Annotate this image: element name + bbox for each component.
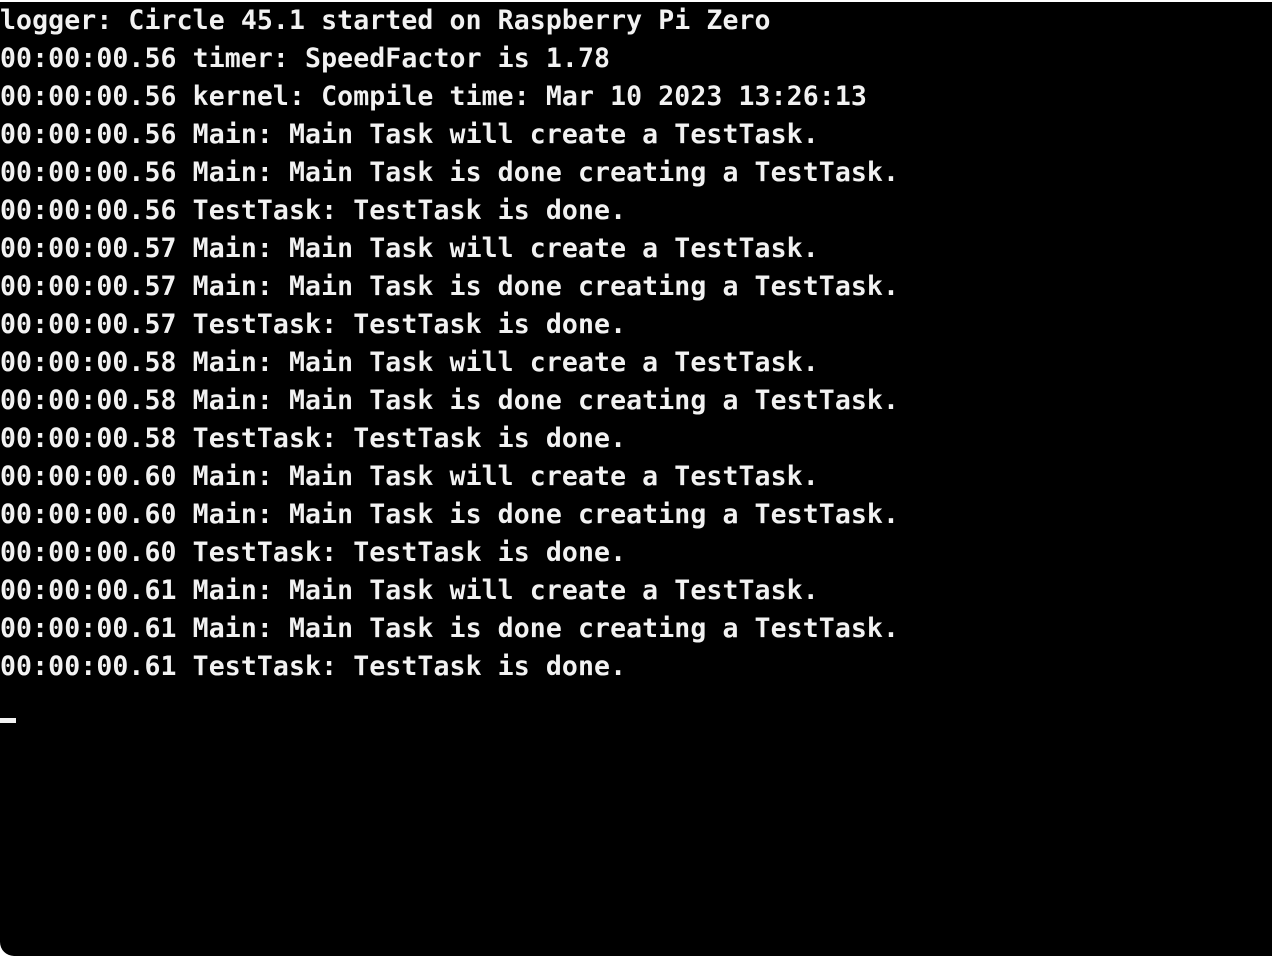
console-line: 00:00:00.61 Main: Main Task will create … xyxy=(0,575,819,606)
console-line: 00:00:00.57 Main: Main Task is done crea… xyxy=(0,271,900,302)
console-screen: logger: Circle 45.1 started on Raspberry… xyxy=(0,2,1272,956)
console-line: 00:00:00.61 TestTask: TestTask is done. xyxy=(0,651,627,682)
console-output: logger: Circle 45.1 started on Raspberry… xyxy=(0,2,899,686)
console-line: 00:00:00.60 Main: Main Task will create … xyxy=(0,461,819,492)
console-line: logger: Circle 45.1 started on Raspberry… xyxy=(0,5,771,36)
console-line: 00:00:00.56 timer: SpeedFactor is 1.78 xyxy=(0,43,611,74)
console-line: 00:00:00.56 Main: Main Task will create … xyxy=(0,119,819,150)
console-line: 00:00:00.58 TestTask: TestTask is done. xyxy=(0,423,627,454)
console-line: 00:00:00.57 TestTask: TestTask is done. xyxy=(0,309,627,340)
console-line: 00:00:00.56 Main: Main Task is done crea… xyxy=(0,157,900,188)
text-cursor xyxy=(0,718,16,723)
console-line: 00:00:00.57 Main: Main Task will create … xyxy=(0,233,819,264)
console-line: 00:00:00.61 Main: Main Task is done crea… xyxy=(0,613,900,644)
console-line: 00:00:00.60 Main: Main Task is done crea… xyxy=(0,499,900,530)
console-line: 00:00:00.58 Main: Main Task is done crea… xyxy=(0,385,900,416)
console-line: 00:00:00.56 TestTask: TestTask is done. xyxy=(0,195,627,226)
console-line: 00:00:00.56 kernel: Compile time: Mar 10… xyxy=(0,81,867,112)
console-line: 00:00:00.58 Main: Main Task will create … xyxy=(0,347,819,378)
console-line: 00:00:00.60 TestTask: TestTask is done. xyxy=(0,537,627,568)
